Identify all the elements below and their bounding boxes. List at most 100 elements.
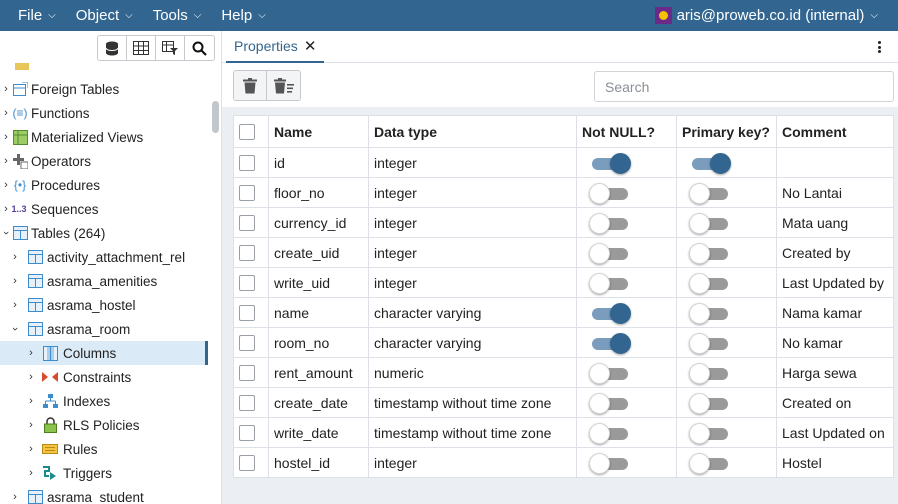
menu-object[interactable]: Object ⌵ bbox=[66, 0, 143, 31]
row-checkbox[interactable] bbox=[239, 245, 255, 262]
search-input[interactable] bbox=[594, 71, 894, 102]
tree-item-constraints[interactable]: › Constraints bbox=[0, 365, 208, 389]
table-row[interactable]: room_no character varying No kamar bbox=[233, 327, 894, 358]
chevron-right-icon[interactable]: › bbox=[26, 347, 36, 359]
not-null-toggle[interactable] bbox=[592, 332, 631, 354]
search-objects-button[interactable] bbox=[185, 36, 214, 60]
tree-item-tables[interactable]: › Tables (264) bbox=[0, 221, 208, 245]
chevron-right-icon[interactable]: › bbox=[26, 419, 36, 431]
menu-file[interactable]: File ⌵ bbox=[0, 0, 66, 31]
tree-item-asrama-room[interactable]: › asrama_room bbox=[0, 317, 208, 341]
header-not-null[interactable]: Not NULL? bbox=[576, 115, 677, 148]
query-tool-button[interactable] bbox=[98, 36, 127, 60]
table-row[interactable]: write_date timestamp without time zone Las… bbox=[233, 417, 894, 448]
table-row[interactable]: create_uid integer Created by bbox=[233, 237, 894, 268]
more-options-icon[interactable] bbox=[874, 39, 884, 55]
chevron-right-icon[interactable]: › bbox=[10, 299, 20, 311]
chevron-right-icon[interactable]: › bbox=[1, 155, 11, 167]
chevron-right-icon[interactable]: › bbox=[10, 251, 20, 263]
primary-key-toggle[interactable] bbox=[689, 362, 728, 384]
row-checkbox[interactable] bbox=[239, 335, 255, 352]
not-null-toggle[interactable] bbox=[589, 272, 628, 294]
tree-item-columns[interactable]: › Columns bbox=[0, 341, 208, 365]
table-row[interactable]: rent_amount numeric Harga sewa bbox=[233, 357, 894, 388]
table-row[interactable]: write_uid integer Last Updated by bbox=[233, 267, 894, 298]
header-name[interactable]: Name bbox=[268, 115, 369, 148]
tree-item-asrama-student[interactable]: › asrama_student bbox=[0, 485, 208, 504]
tree-item-activity-attachment-rel[interactable]: › activity_attachment_rel bbox=[0, 245, 208, 269]
table-row[interactable]: hostel_id integer Hostel bbox=[233, 447, 894, 478]
table-row[interactable]: id integer bbox=[233, 147, 894, 178]
tree-item-materialized-views[interactable]: › Materialized Views bbox=[0, 125, 208, 149]
row-checkbox[interactable] bbox=[239, 425, 255, 442]
not-null-toggle[interactable] bbox=[592, 302, 631, 324]
primary-key-toggle[interactable] bbox=[689, 302, 728, 324]
primary-key-toggle[interactable] bbox=[689, 332, 728, 354]
drop-cascade-button[interactable] bbox=[267, 71, 300, 100]
tree-item-triggers[interactable]: › Triggers bbox=[0, 461, 208, 485]
menu-tools[interactable]: Tools ⌵ bbox=[143, 0, 212, 31]
primary-key-toggle[interactable] bbox=[689, 272, 728, 294]
chevron-right-icon[interactable]: › bbox=[26, 395, 36, 407]
row-checkbox[interactable] bbox=[239, 395, 255, 412]
chevron-right-icon[interactable]: › bbox=[1, 131, 11, 143]
filter-rows-button[interactable] bbox=[156, 36, 185, 60]
primary-key-toggle[interactable] bbox=[689, 212, 728, 234]
close-icon[interactable]: ✕ bbox=[304, 37, 317, 55]
chevron-right-icon[interactable]: › bbox=[1, 107, 11, 119]
chevron-down-icon[interactable]: › bbox=[0, 228, 12, 238]
tree-item-asrama-hostel[interactable]: › asrama_hostel bbox=[0, 293, 208, 317]
row-checkbox[interactable] bbox=[239, 275, 255, 292]
user-menu[interactable]: aris@proweb.co.id (internal) ⌵ bbox=[654, 0, 878, 31]
tree-item-rls-policies[interactable]: › RLS Policies bbox=[0, 413, 208, 437]
row-checkbox[interactable] bbox=[239, 185, 255, 202]
chevron-right-icon[interactable]: › bbox=[1, 179, 11, 191]
primary-key-toggle[interactable] bbox=[689, 392, 728, 414]
tree-item-asrama-amenities[interactable]: › asrama_amenities bbox=[0, 269, 208, 293]
tree-item-functions[interactable]: › (≡) Functions bbox=[0, 101, 208, 125]
tree-item-operators[interactable]: › Operators bbox=[0, 149, 208, 173]
tree-item-rules[interactable]: › Rules bbox=[0, 437, 208, 461]
primary-key-toggle[interactable] bbox=[689, 452, 728, 474]
not-null-toggle[interactable] bbox=[589, 182, 628, 204]
select-all-checkbox[interactable] bbox=[239, 124, 255, 141]
not-null-toggle[interactable] bbox=[589, 362, 628, 384]
delete-button[interactable] bbox=[234, 71, 267, 100]
chevron-right-icon[interactable]: › bbox=[10, 275, 20, 287]
tab-properties[interactable]: Properties ✕ bbox=[226, 31, 325, 63]
header-primary-key[interactable]: Primary key? bbox=[676, 115, 777, 148]
tree-item-sequences[interactable]: › 1..3 Sequences bbox=[0, 197, 208, 221]
primary-key-toggle[interactable] bbox=[689, 242, 728, 264]
row-checkbox[interactable] bbox=[239, 155, 255, 172]
chevron-right-icon[interactable]: › bbox=[26, 371, 36, 383]
tree-item-partial[interactable] bbox=[0, 63, 208, 77]
chevron-right-icon[interactable]: › bbox=[26, 443, 36, 455]
primary-key-toggle[interactable] bbox=[689, 422, 728, 444]
table-row[interactable]: currency_id integer Mata uang bbox=[233, 207, 894, 238]
view-data-button[interactable] bbox=[127, 36, 156, 60]
chevron-right-icon[interactable]: › bbox=[26, 467, 36, 479]
row-checkbox[interactable] bbox=[239, 305, 255, 322]
not-null-toggle[interactable] bbox=[589, 242, 628, 264]
menu-help[interactable]: Help ⌵ bbox=[211, 0, 275, 31]
tree-item-procedures[interactable]: › {•} Procedures bbox=[0, 173, 208, 197]
chevron-right-icon[interactable]: › bbox=[10, 491, 20, 503]
row-checkbox[interactable] bbox=[239, 215, 255, 232]
chevron-right-icon[interactable]: › bbox=[1, 203, 11, 215]
table-row[interactable]: floor_no integer No Lantai bbox=[233, 177, 894, 208]
not-null-toggle[interactable] bbox=[592, 152, 631, 174]
row-checkbox[interactable] bbox=[239, 455, 255, 472]
tree-item-foreign-tables[interactable]: › Foreign Tables bbox=[0, 77, 208, 101]
primary-key-toggle[interactable] bbox=[692, 152, 731, 174]
tree-scrollbar-thumb[interactable] bbox=[212, 101, 219, 133]
not-null-toggle[interactable] bbox=[589, 452, 628, 474]
primary-key-toggle[interactable] bbox=[689, 182, 728, 204]
header-comment[interactable]: Comment bbox=[776, 115, 894, 148]
tree-item-indexes[interactable]: › Indexes bbox=[0, 389, 208, 413]
table-row[interactable]: create_date timestamp without time zone Cr… bbox=[233, 387, 894, 418]
row-checkbox[interactable] bbox=[239, 365, 255, 382]
not-null-toggle[interactable] bbox=[589, 212, 628, 234]
not-null-toggle[interactable] bbox=[589, 422, 628, 444]
table-row[interactable]: name character varying Nama kamar bbox=[233, 297, 894, 328]
chevron-down-icon[interactable]: › bbox=[9, 324, 21, 334]
